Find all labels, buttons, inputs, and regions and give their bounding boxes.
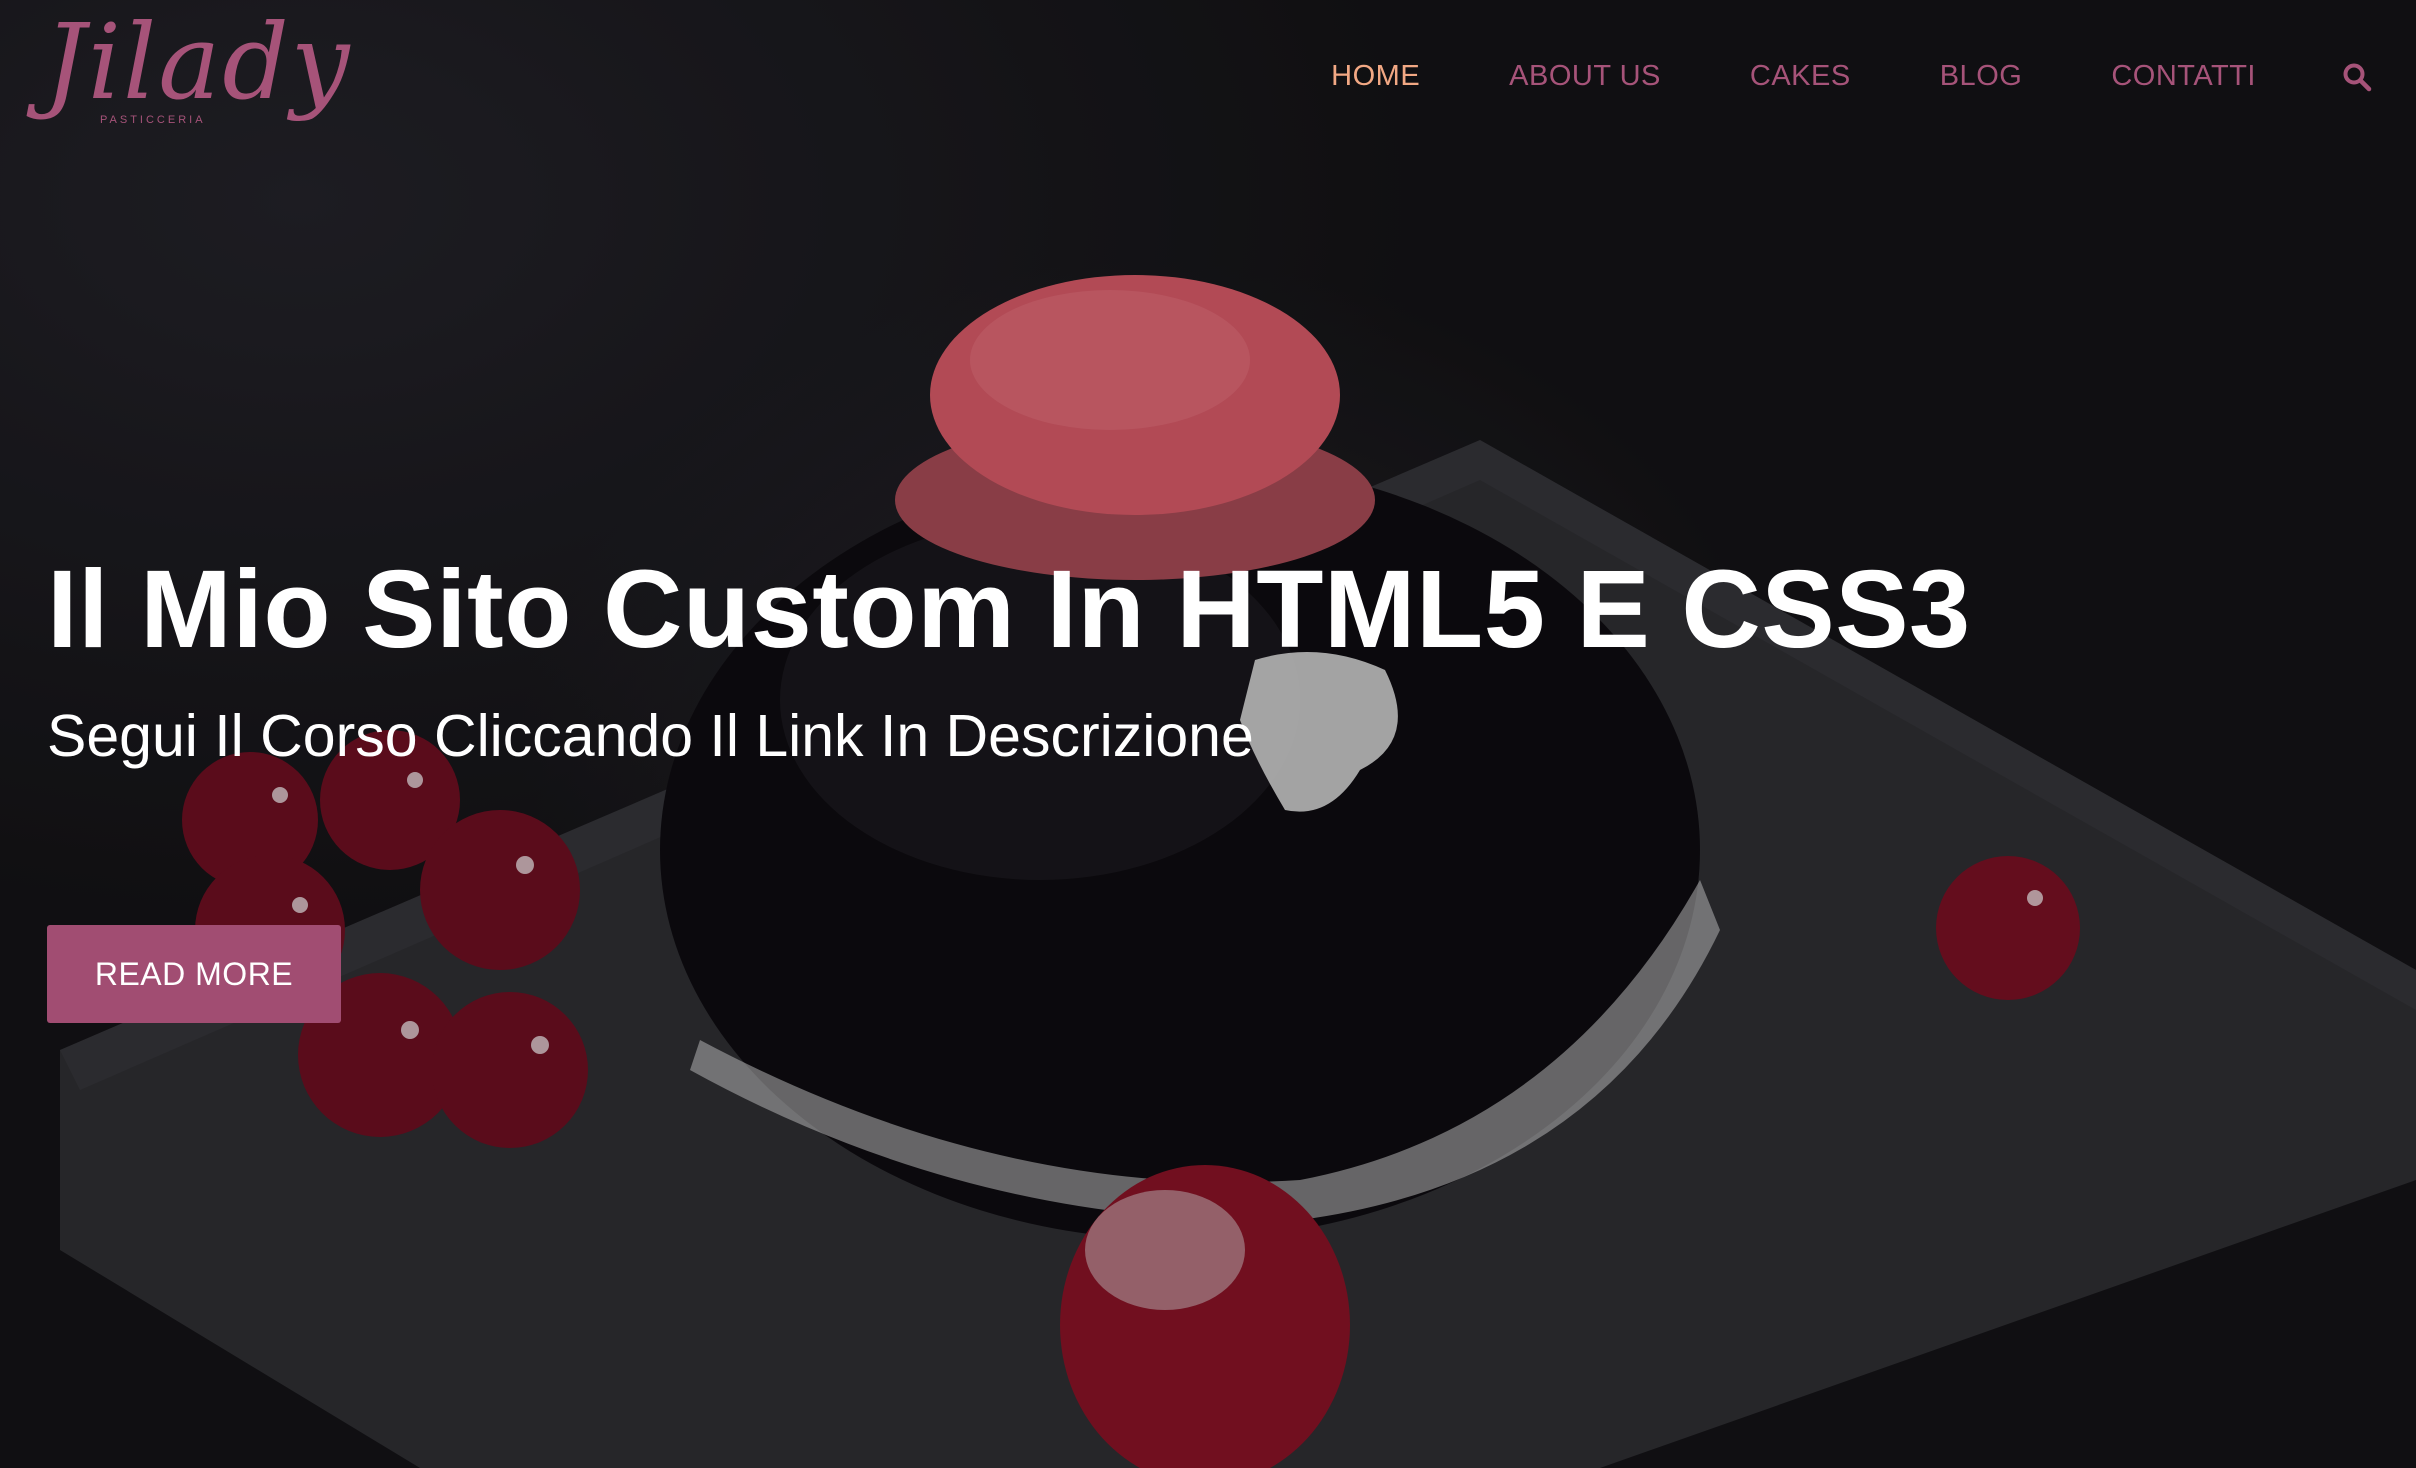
site-header: Jilady PASTICCERIA HOME ABOUT US CAKES B…	[0, 0, 2416, 170]
page: Jilady PASTICCERIA HOME ABOUT US CAKES B…	[0, 0, 2416, 1468]
nav-item-home[interactable]: HOME	[1331, 60, 1420, 93]
brand-logo[interactable]: Jilady PASTICCERIA	[44, 10, 350, 170]
nav-item-about-us[interactable]: ABOUT US	[1509, 60, 1661, 93]
nav-item-cakes[interactable]: CAKES	[1750, 60, 1851, 93]
main-navigation: HOME ABOUT US CAKES BLOG CONTATTI	[1242, 60, 2372, 93]
read-more-button[interactable]: READ MORE	[47, 925, 341, 1023]
logo-subtitle: PASTICCERIA	[100, 114, 206, 126]
hero-subtitle: Segui Il Corso Cliccando Il Link In Desc…	[47, 703, 1254, 769]
nav-item-blog[interactable]: BLOG	[1940, 60, 2023, 93]
logo-script-text: Jilady	[44, 1, 352, 123]
hero-title: Il Mio Sito Custom In HTML5 E CSS3	[47, 548, 1971, 671]
nav-item-contatti[interactable]: CONTATTI	[2111, 60, 2256, 93]
hero-section: Il Mio Sito Custom In HTML5 E CSS3 Segui…	[47, 548, 1971, 772]
search-icon[interactable]	[2342, 62, 2372, 92]
